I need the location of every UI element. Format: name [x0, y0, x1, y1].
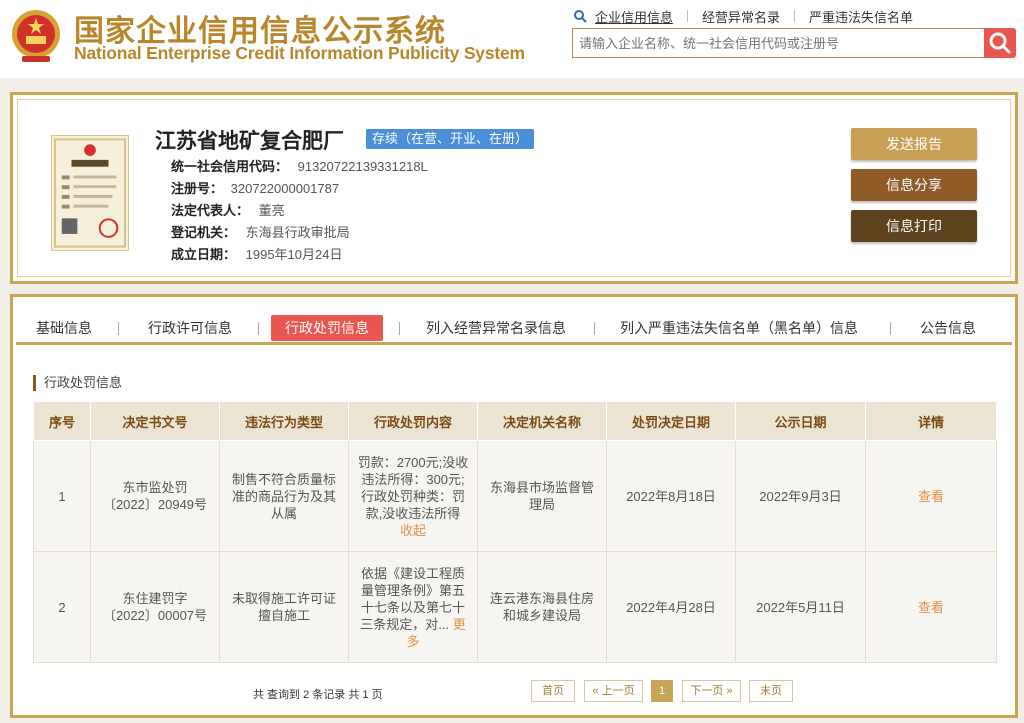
search-icon: [574, 10, 587, 23]
cell-authority: 连云港东海县住房和城乡建设局: [477, 551, 607, 663]
pager-last-button[interactable]: 末页: [749, 680, 793, 702]
col-header-detail: 详情: [865, 401, 997, 441]
info-value: 91320722139331218L: [297, 159, 428, 174]
nav-divider: [687, 10, 689, 22]
cell-decision-date: 2022年8月18日: [606, 440, 736, 552]
search-icon: [989, 32, 1011, 54]
tab-divider: [118, 322, 119, 335]
national-emblem-icon: [12, 10, 60, 62]
status-badge: 存续（在营、开业、在册）: [366, 129, 535, 149]
cell-publish-date: 2022年5月11日: [735, 551, 866, 663]
view-detail-link[interactable]: 查看: [865, 440, 997, 552]
info-legal-rep: 法定代表人： 董亮: [171, 200, 285, 220]
info-credit-code: 统一社会信用代码： 91320722139331218L: [171, 156, 428, 176]
cell-no: 1: [33, 440, 91, 552]
cell-doc: 东市监处罚〔2022〕20949号: [90, 440, 220, 552]
pager-next-button[interactable]: 下一页 »: [682, 680, 741, 702]
tab-admin-penalty[interactable]: 行政处罚信息: [271, 315, 383, 341]
penalty-table: 序号 决定书文号 违法行为类型 行政处罚内容 决定机关名称 处罚决定日期 公示日…: [33, 401, 997, 663]
col-header-type: 违法行为类型: [219, 401, 349, 441]
content-text: 罚款：2700元;没收违法所得：300元;行政处罚种类：罚款,没收违法所得: [357, 454, 469, 521]
tab-basic-info[interactable]: 基础信息: [36, 315, 92, 341]
info-label: 成立日期：: [171, 247, 237, 262]
col-header-publish-date: 公示日期: [735, 401, 866, 441]
content-text: 依据《建设工程质量管理条例》第五十七条以及第七十三条规定，对...: [360, 565, 465, 632]
search-button[interactable]: [984, 28, 1016, 58]
company-name: 江苏省地矿复合肥厂: [155, 130, 344, 153]
pager-total: 共 查询到 2 条记录 共 1 页: [253, 689, 383, 701]
section-title: 行政处罚信息: [33, 375, 122, 391]
info-label: 登记机关：: [171, 225, 237, 240]
table-row: 2 东住建罚字〔2022〕00007号 未取得施工许可证擅自施工 依据《建设工程…: [33, 551, 997, 663]
view-detail-link[interactable]: 查看: [865, 551, 997, 663]
tab-divider: [890, 322, 891, 335]
tab-divider: [258, 322, 259, 335]
detail-card: 基础信息 行政许可信息 行政处罚信息 列入经营异常名录信息 列入严重违法失信名单…: [10, 294, 1018, 718]
info-label: 注册号：: [171, 181, 224, 196]
search-bar: [572, 28, 1016, 58]
info-label: 法定代表人：: [171, 203, 250, 218]
send-report-button[interactable]: 发送报告: [851, 128, 977, 160]
search-input[interactable]: [572, 28, 984, 58]
tab-divider: [594, 322, 595, 335]
info-value: 320722000001787: [230, 181, 340, 196]
col-header-content: 行政处罚内容: [348, 401, 478, 441]
info-reg-authority: 登记机关： 东海县行政审批局: [171, 222, 350, 242]
info-reg-no: 注册号： 320722000001787: [171, 178, 339, 198]
tab-bar: 基础信息 行政许可信息 行政处罚信息 列入经营异常名录信息 列入严重违法失信名单…: [16, 299, 1012, 345]
col-header-authority: 决定机关名称: [477, 401, 607, 441]
pager-prev-button[interactable]: « 上一页: [584, 680, 643, 702]
tab-admin-license[interactable]: 行政许可信息: [148, 315, 232, 341]
cell-no: 2: [33, 551, 91, 663]
collapse-link[interactable]: 收起: [400, 523, 426, 538]
info-value: 1995年10月24日: [245, 247, 343, 262]
cell-content: 依据《建设工程质量管理条例》第五十七条以及第七十三条规定，对... 更多: [348, 551, 478, 663]
nav-divider: [794, 10, 796, 22]
info-label: 统一社会信用代码：: [171, 159, 289, 174]
site-title-en: National Enterprise Credit Information P…: [74, 43, 525, 63]
table-header-row: 序号 决定书文号 违法行为类型 行政处罚内容 决定机关名称 处罚决定日期 公示日…: [33, 401, 997, 441]
info-value: 东海县行政审批局: [245, 225, 350, 240]
col-header-doc: 决定书文号: [90, 401, 220, 441]
company-card: 江苏省地矿复合肥厂 存续（在营、开业、在册） 统一社会信用代码： 9132072…: [10, 92, 1018, 284]
pager-first-button[interactable]: 首页: [531, 680, 575, 702]
info-value: 董亮: [258, 203, 285, 218]
nav-link-blacklist[interactable]: 严重违法失信名单: [809, 7, 913, 26]
cell-authority: 东海县市场监督管理局: [477, 440, 607, 552]
tab-blacklist[interactable]: 列入严重违法失信名单（黑名单）信息: [620, 315, 858, 341]
tab-announcement[interactable]: 公告信息: [920, 315, 976, 341]
table-row: 1 东市监处罚〔2022〕20949号 制售不符合质量标准的商品行为及其从属 罚…: [33, 440, 997, 552]
business-license-image: [51, 135, 129, 251]
tab-abnormal-list[interactable]: 列入经营异常名录信息: [426, 315, 566, 341]
col-header-no: 序号: [33, 401, 91, 441]
info-founded-date: 成立日期： 1995年10月24日: [171, 244, 342, 264]
cell-content: 罚款：2700元;没收违法所得：300元;行政处罚种类：罚款,没收违法所得 收起: [348, 440, 478, 552]
cell-publish-date: 2022年9月3日: [735, 440, 866, 552]
share-info-button[interactable]: 信息分享: [851, 169, 977, 201]
col-header-decision-date: 处罚决定日期: [606, 401, 736, 441]
nav-link-credit-info[interactable]: 企业信用信息: [595, 7, 673, 26]
tab-divider: [399, 322, 400, 335]
print-info-button[interactable]: 信息打印: [851, 210, 977, 242]
cell-decision-date: 2022年4月28日: [606, 551, 736, 663]
site-header: 国家企业信用信息公示系统 National Enterprise Credit …: [0, 0, 1024, 78]
nav-link-abnormal-list[interactable]: 经营异常名录: [702, 7, 780, 26]
pager-current-page[interactable]: 1: [651, 680, 673, 702]
cell-type: 未取得施工许可证擅自施工: [219, 551, 349, 663]
cell-type: 制售不符合质量标准的商品行为及其从属: [219, 440, 349, 552]
top-nav: 企业信用信息 经营异常名录 严重违法失信名单: [573, 7, 913, 25]
cell-doc: 东住建罚字〔2022〕00007号: [90, 551, 220, 663]
